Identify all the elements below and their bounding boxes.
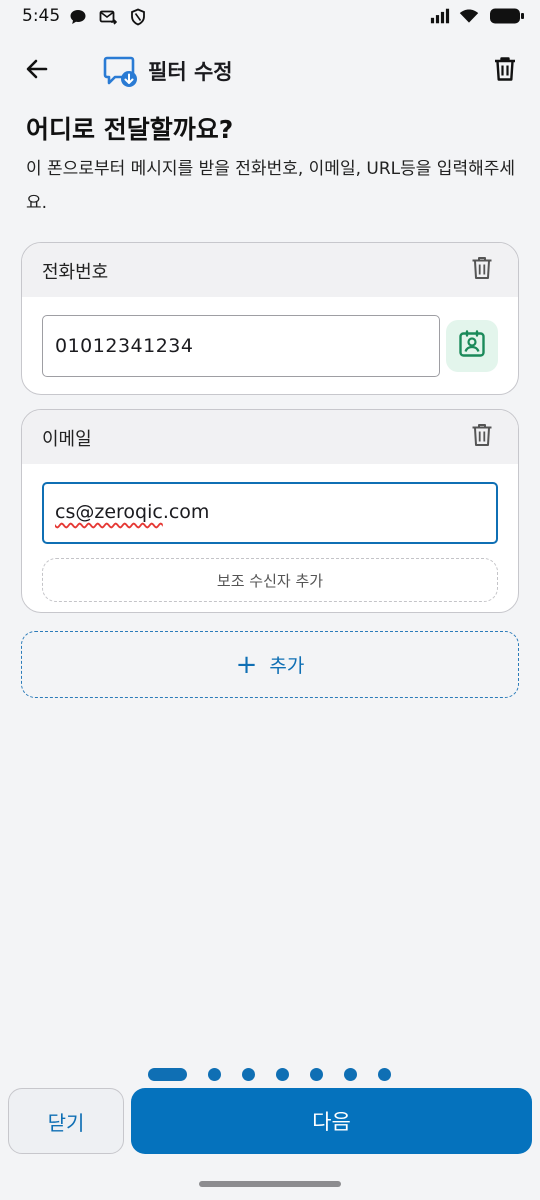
status-bar: 5:45 <box>0 0 540 36</box>
home-indicator[interactable] <box>199 1181 341 1187</box>
notification-icons <box>68 7 148 27</box>
close-button[interactable]: 닫기 <box>8 1088 124 1154</box>
shield-icon <box>128 7 148 27</box>
plus-icon: + <box>235 649 258 680</box>
email-input[interactable]: cs@zeroqic.com <box>42 482 498 544</box>
page-dot <box>378 1067 391 1081</box>
trash-icon <box>471 423 493 451</box>
page-dot <box>242 1067 255 1081</box>
mail-arrow-icon <box>98 7 118 27</box>
trash-icon <box>471 256 493 284</box>
email-card-header: 이메일 <box>22 410 518 464</box>
back-button[interactable] <box>18 52 56 90</box>
system-icons <box>430 6 526 26</box>
cellular-signal-icon <box>430 6 450 26</box>
question-heading: 어디로 전달할까요? <box>26 115 234 144</box>
page-dot <box>276 1067 289 1081</box>
add-destination-button[interactable]: + 추가 <box>21 631 519 698</box>
email-value-rest: .com <box>162 501 210 523</box>
page-indicator <box>148 1067 391 1081</box>
page-dot <box>310 1067 323 1081</box>
email-card-label: 이메일 <box>42 429 92 450</box>
contact-picker-button[interactable] <box>446 320 498 372</box>
add-sub-recipient-button[interactable]: 보조 수신자 추가 <box>42 558 498 602</box>
page-dot <box>208 1067 221 1081</box>
phone-card-label: 전화번호 <box>42 262 109 283</box>
add-destination-label: 추가 <box>269 655 305 677</box>
wifi-icon <box>459 6 479 26</box>
email-delete-button[interactable] <box>468 422 496 452</box>
contact-card-icon <box>457 329 487 363</box>
next-button[interactable]: 다음 <box>131 1088 532 1154</box>
phone-delete-button[interactable] <box>468 255 496 285</box>
battery-icon <box>488 6 526 26</box>
arrow-back-icon <box>24 56 50 86</box>
phone-number-input[interactable]: 01012341234 <box>42 315 440 377</box>
instruction-text: 이 폰으로부터 메시지를 받을 전화번호, 이메일, URL등을 입력해주세요. <box>26 159 515 213</box>
email-value-misspelled: cs@zeroqic <box>55 501 163 523</box>
message-download-icon <box>102 52 140 90</box>
app-bar: 필터 수정 <box>0 44 540 96</box>
chat-bubble-icon <box>68 7 88 27</box>
phone-card: 전화번호 01012341234 <box>21 242 519 395</box>
email-card: 이메일 cs@zeroqic.com 보조 수신자 추가 <box>21 409 519 613</box>
trash-icon <box>493 56 517 86</box>
page-dot-active <box>148 1067 187 1081</box>
status-time: 5:45 <box>22 6 61 26</box>
page-dot <box>344 1067 357 1081</box>
page-title: 필터 수정 <box>148 60 233 84</box>
phone-card-header: 전화번호 <box>22 243 518 297</box>
delete-filter-button[interactable] <box>486 52 524 90</box>
